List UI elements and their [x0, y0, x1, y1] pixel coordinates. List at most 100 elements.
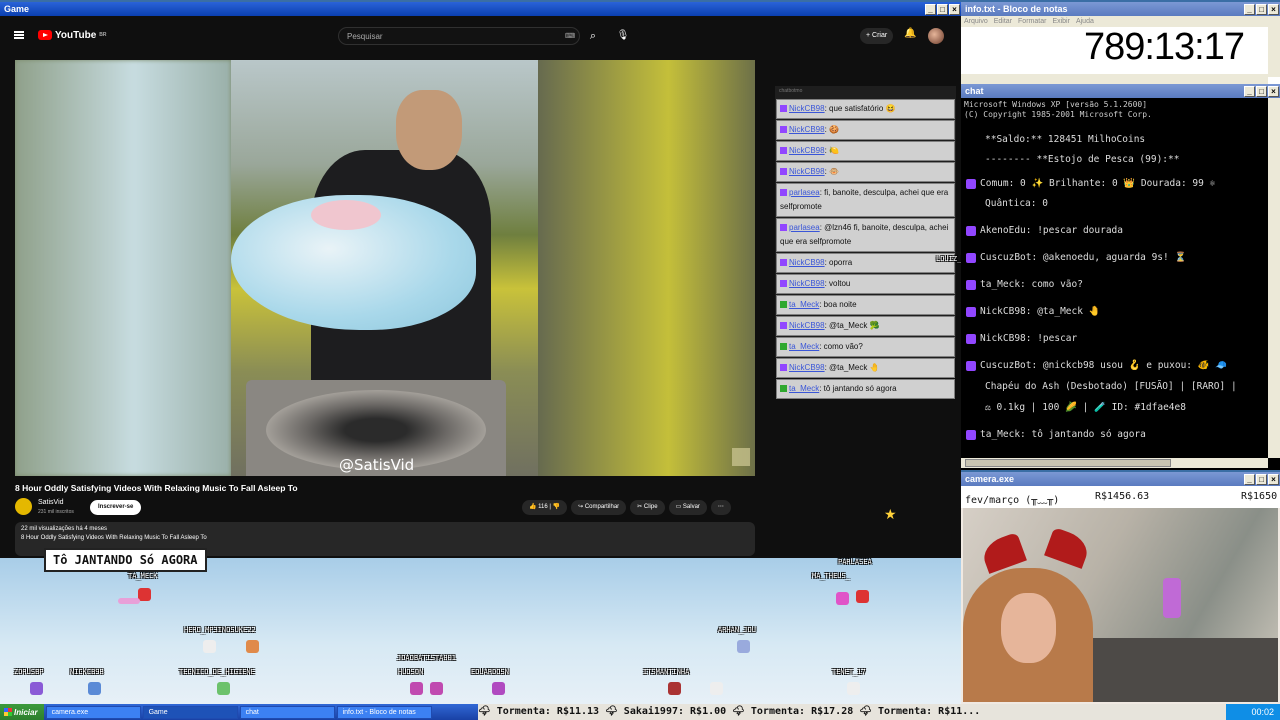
stage-nick: EDUARDOSN [471, 668, 509, 676]
stage-nick: PARLASEA [838, 558, 872, 566]
goal-current: R$1456.63 [1095, 491, 1150, 502]
channel-subscribers: 231 mil inscritos [38, 509, 74, 515]
console-line: AkenoEdu: !pescar dourada [966, 225, 1123, 236]
webcam-feed [963, 508, 1278, 702]
keyboard-icon[interactable]: ⌨ [565, 32, 575, 40]
scrollbar-thumb[interactable] [965, 459, 1171, 467]
overlay-chat-message: NickCB98: 🐵 [776, 162, 955, 182]
thumbs-down-icon[interactable]: 👎 [553, 504, 560, 510]
minimize-button[interactable]: _ [1244, 3, 1255, 15]
menu-arquivo[interactable]: Arquivo [964, 16, 988, 27]
minimize-button[interactable]: _ [1244, 473, 1255, 485]
microphone-icon[interactable]: 🎙 [614, 27, 632, 45]
chat-username[interactable]: ta_Meck [789, 384, 819, 393]
menu-editar[interactable]: Editar [994, 16, 1012, 27]
maximize-button[interactable]: □ [1256, 3, 1267, 15]
avatar-stage: TA_MECK PARLASEA MA_THEUS_ HERO_MP3INOSU… [0, 558, 961, 704]
overlay-chat-message: NickCB98: oporra [776, 253, 955, 273]
taskbar-item-game[interactable]: Game [142, 705, 238, 719]
avatar-sprite [847, 682, 860, 695]
close-button[interactable]: × [1268, 85, 1279, 97]
console-header-line: (C) Copyright 1985-2001 Microsoft Corp. [964, 110, 1152, 119]
menu-formatar[interactable]: Formatar [1018, 16, 1046, 27]
more-options-button[interactable]: ⋯ [710, 500, 731, 515]
chat-username[interactable]: parlasea [789, 188, 820, 197]
taskbar-item-notepad[interactable]: info.txt - Bloco de notas [336, 705, 432, 719]
console-line-text: Quântica: 0 [985, 198, 1048, 209]
console-horizontal-scrollbar[interactable] [961, 458, 1268, 468]
minimize-button[interactable]: _ [1244, 85, 1255, 97]
search-icon[interactable]: ⌕ [584, 27, 602, 45]
chat-username[interactable]: ta_Meck [789, 300, 819, 309]
stage-nick: MA_THEUS_ [812, 572, 850, 580]
clip-button[interactable]: ✂ Clipe [630, 500, 665, 515]
notepad-window: info.txt - Bloco de notas _ □ × Arquivo … [961, 2, 1280, 84]
notifications-bell-icon[interactable]: 🔔 [904, 28, 916, 39]
donation-ticker: 🌩 Tormenta: R$11.13 🌩 Sakai1997: R$1.00 … [478, 704, 1226, 720]
notepad-horizontal-scrollbar[interactable] [961, 74, 1268, 84]
save-button[interactable]: ▭ Salvar [668, 500, 707, 515]
share-label: Compartilhar [584, 504, 620, 510]
video-person-head [396, 90, 462, 170]
chat-username[interactable]: NickCB98 [789, 146, 825, 155]
game-titlebar[interactable]: Game _ □ × [0, 2, 961, 16]
start-button[interactable]: Iniciar [0, 704, 44, 720]
chat-username[interactable]: parlasea [789, 223, 820, 232]
twitch-badge-icon [966, 279, 976, 290]
account-avatar[interactable] [928, 28, 944, 44]
video-actions: 👍 116 | 👎 ↪ Compartilhar ✂ Clipe ▭ Salva… [522, 500, 731, 515]
close-button[interactable]: × [949, 3, 960, 15]
close-button[interactable]: × [1268, 473, 1279, 485]
youtube-logo[interactable]: YouTube BR [38, 30, 107, 41]
like-button[interactable]: 👍 116 | 👎 [522, 500, 568, 515]
overlay-chat-message: NickCB98: @ta_Meck 🤚 [776, 358, 955, 378]
chat-username[interactable]: NickCB98 [789, 321, 825, 330]
video-blur-right [538, 60, 755, 476]
notepad-title: info.txt - Bloco de notas [965, 4, 1068, 14]
minimize-button[interactable]: _ [925, 3, 936, 15]
maximize-button[interactable]: □ [1256, 85, 1267, 97]
close-button[interactable]: × [1268, 3, 1279, 15]
console-vertical-scrollbar[interactable] [1268, 98, 1280, 458]
console-line: **Saldo:** 128451 MilhoCoins [985, 134, 1145, 145]
chat-username[interactable]: NickCB98 [789, 258, 825, 267]
maximize-button[interactable]: □ [1256, 473, 1267, 485]
user-badge-icon [780, 189, 787, 197]
taskbar-item-camera[interactable]: camera.exe [45, 705, 141, 719]
video-player[interactable]: @SatisVid [15, 60, 755, 476]
taskbar-item-chat[interactable]: chat [239, 705, 335, 719]
windows-logo-icon [4, 708, 12, 716]
chat-username[interactable]: NickCB98 [789, 125, 825, 134]
user-badge-icon [780, 126, 787, 134]
console-line-text: AkenoEdu: !pescar dourada [980, 225, 1123, 236]
channel-name[interactable]: SatisVid [38, 499, 64, 506]
system-tray-clock[interactable]: 00:02 [1226, 704, 1280, 720]
chat-username[interactable]: NickCB98 [789, 279, 825, 288]
chat-titlebar[interactable]: chat _ □ × [961, 84, 1280, 98]
overlay-chat-message: NickCB98: voltou [776, 274, 955, 294]
create-button[interactable]: + Criar [860, 28, 894, 44]
channel-avatar[interactable] [15, 498, 32, 515]
overlay-chat-message: ta_Meck: tô jantando só agora [776, 379, 955, 399]
chat-username[interactable]: NickCB98 [789, 167, 825, 176]
search-input[interactable]: Pesquisar [338, 27, 580, 45]
youtube-header: YouTube BR Pesquisar ⌨ ⌕ 🎙 + Criar 🔔 [0, 16, 961, 54]
chat-username[interactable]: NickCB98 [789, 363, 825, 372]
chat-username[interactable]: NickCB98 [789, 104, 825, 113]
stage-nick: HUDSON [398, 668, 424, 676]
maximize-button[interactable]: □ [937, 3, 948, 15]
channel-watermark-icon[interactable] [732, 448, 750, 466]
console-line-text: ta_Meck: como vão? [980, 279, 1083, 290]
share-button[interactable]: ↪ Compartilhar [571, 500, 627, 515]
notepad-vertical-scrollbar[interactable] [1268, 27, 1280, 77]
menu-exibir[interactable]: Exibir [1052, 16, 1070, 27]
description-line: 8 Hour Oddly Satisfying Videos With Rela… [21, 535, 207, 541]
chat-username[interactable]: ta_Meck [789, 342, 819, 351]
notepad-titlebar[interactable]: info.txt - Bloco de notas _ □ × [961, 2, 1280, 16]
stage-nick: JOAOBATISTA001 [397, 654, 457, 662]
hamburger-menu-icon[interactable] [14, 31, 24, 39]
camera-titlebar[interactable]: camera.exe _ □ × [961, 472, 1280, 486]
chat-text: : 🍋 [824, 146, 839, 155]
subscribe-button[interactable]: Inscrever-se [90, 500, 142, 515]
avatar-sprite [430, 682, 443, 695]
